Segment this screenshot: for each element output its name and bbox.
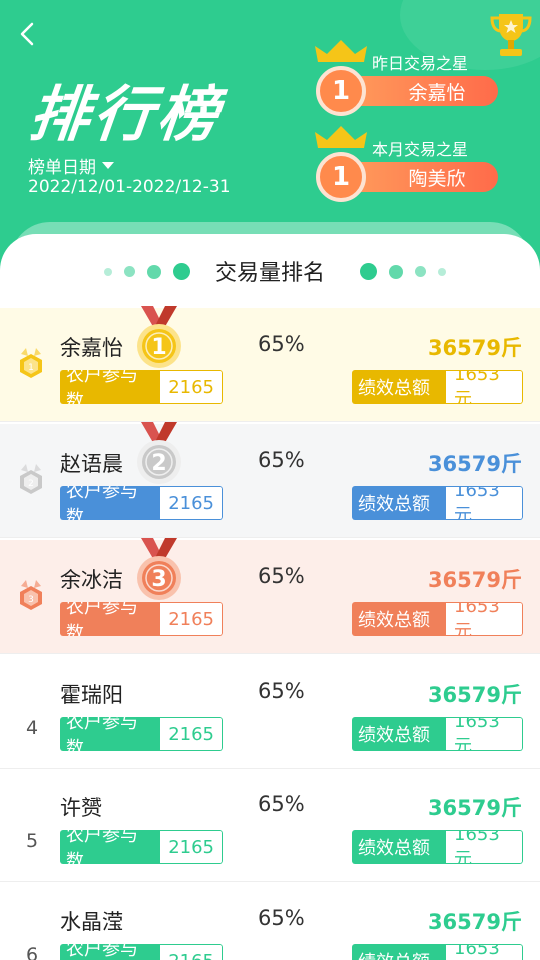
star-caption: 昨日交易之星 [372, 54, 469, 73]
back-arrow-icon[interactable] [14, 20, 42, 48]
member-name: 霍瑞阳 [60, 683, 123, 707]
performance-value: 1653元 [446, 944, 523, 960]
percent-value: 65% [258, 906, 305, 930]
performance-value: 1653元 [446, 717, 523, 751]
trade-amount: 36579斤 [427, 796, 522, 820]
member-name: 水晶滢 [60, 910, 123, 934]
ranking-row[interactable]: 2 2 赵语晨 65% 36579斤 农户参与数 2165 绩效总额 1653元 [0, 422, 540, 538]
svg-text:2: 2 [28, 479, 34, 489]
rank-number: 6 [26, 944, 39, 960]
page-title: 排行榜 [25, 80, 226, 150]
farmers-label: 农户参与数 [60, 717, 161, 751]
crown-icon [315, 126, 367, 148]
performance-label: 绩效总额 [352, 717, 446, 751]
performance-label: 绩效总额 [352, 370, 446, 404]
trade-amount: 36579斤 [427, 568, 522, 592]
farmers-tag: 农户参与数 2165 [60, 717, 223, 751]
farmers-value: 2165 [160, 830, 223, 864]
rank-hexagon-icon: 3 [20, 580, 42, 610]
percent-value: 65% [258, 448, 305, 472]
member-name: 余冰洁 [60, 568, 123, 592]
performance-value: 1653元 [446, 830, 523, 864]
farmers-value: 2165 [160, 944, 223, 960]
performance-label: 绩效总额 [352, 602, 446, 636]
farmers-value: 2165 [160, 717, 223, 751]
ranking-row[interactable]: 5 许赟 65% 36579斤 农户参与数 2165 绩效总额 1653元 [0, 768, 540, 882]
star-rank-badge: 1 [316, 66, 366, 116]
dropdown-arrow-icon [102, 162, 114, 169]
member-name: 余嘉怡 [60, 336, 123, 360]
trade-amount: 36579斤 [427, 336, 522, 360]
performance-tag: 绩效总额 1653元 [352, 944, 523, 960]
percent-value: 65% [258, 332, 305, 356]
percent-value: 65% [258, 564, 305, 588]
farmers-label: 农户参与数 [60, 830, 161, 864]
farmers-tag: 农户参与数 2165 [60, 370, 223, 404]
medal-icon: 2 [137, 422, 181, 484]
performance-value: 1653元 [446, 370, 523, 404]
star-caption: 本月交易之星 [372, 140, 469, 159]
date-range: 2022/12/01-2022/12-31 [28, 177, 231, 197]
medal-icon: 3 [137, 538, 181, 600]
trade-amount: 36579斤 [427, 910, 522, 934]
farmers-label: 农户参与数 [60, 370, 161, 404]
trade-amount: 36579斤 [427, 683, 522, 707]
performance-tag: 绩效总额 1653元 [352, 830, 523, 864]
svg-text:1: 1 [28, 363, 34, 373]
ranking-row[interactable]: 4 霍瑞阳 65% 36579斤 农户参与数 2165 绩效总额 1653元 [0, 655, 540, 769]
ranking-row[interactable]: 1 1 余嘉怡 65% 36579斤 农户参与数 2165 绩效总额 1653元 [0, 306, 540, 422]
svg-text:3: 3 [151, 567, 166, 592]
farmers-tag: 农户参与数 2165 [60, 944, 223, 960]
star-month: 本月交易之星 陶美欣 1 [312, 126, 512, 208]
date-filter[interactable]: 榜单日期 [28, 153, 114, 178]
farmers-value: 2165 [160, 486, 223, 520]
performance-tag: 绩效总额 1653元 [352, 486, 523, 520]
rank-number: 4 [26, 717, 39, 739]
date-label: 榜单日期 [28, 158, 96, 178]
farmers-value: 2165 [160, 370, 223, 404]
title-dots-right [360, 263, 446, 280]
rank-number: 5 [26, 830, 39, 852]
member-name: 许赟 [60, 796, 102, 820]
trade-amount: 36579斤 [427, 452, 522, 476]
member-name: 赵语晨 [60, 452, 123, 476]
performance-tag: 绩效总额 1653元 [352, 717, 523, 751]
farmers-label: 农户参与数 [60, 944, 161, 960]
svg-text:3: 3 [28, 595, 34, 605]
ranking-row[interactable]: 6 水晶滢 65% 36579斤 农户参与数 2165 绩效总额 1653元 [0, 882, 540, 960]
performance-label: 绩效总额 [352, 944, 446, 960]
ranking-row[interactable]: 3 3 余冰洁 65% 36579斤 农户参与数 2165 绩效总额 1653元 [0, 538, 540, 654]
performance-value: 1653元 [446, 486, 523, 520]
percent-value: 65% [258, 792, 305, 816]
performance-value: 1653元 [446, 602, 523, 636]
svg-text:1: 1 [151, 335, 166, 360]
performance-label: 绩效总额 [352, 486, 446, 520]
svg-text:2: 2 [151, 451, 166, 476]
farmers-value: 2165 [160, 602, 223, 636]
farmers-tag: 农户参与数 2165 [60, 486, 223, 520]
performance-tag: 绩效总额 1653元 [352, 370, 523, 404]
rank-hexagon-icon: 1 [20, 348, 42, 378]
farmers-label: 农户参与数 [60, 486, 161, 520]
medal-icon: 1 [137, 306, 181, 368]
star-yesterday: 昨日交易之星 余嘉怡 1 [312, 40, 512, 122]
farmers-label: 农户参与数 [60, 602, 161, 636]
section-title: 交易量排名 [214, 261, 325, 286]
star-rank-badge: 1 [316, 152, 366, 202]
farmers-tag: 农户参与数 2165 [60, 830, 223, 864]
percent-value: 65% [258, 679, 305, 703]
crown-icon [315, 40, 367, 62]
performance-tag: 绩效总额 1653元 [352, 602, 523, 636]
performance-label: 绩效总额 [352, 830, 446, 864]
farmers-tag: 农户参与数 2165 [60, 602, 223, 636]
rank-hexagon-icon: 2 [20, 464, 42, 494]
